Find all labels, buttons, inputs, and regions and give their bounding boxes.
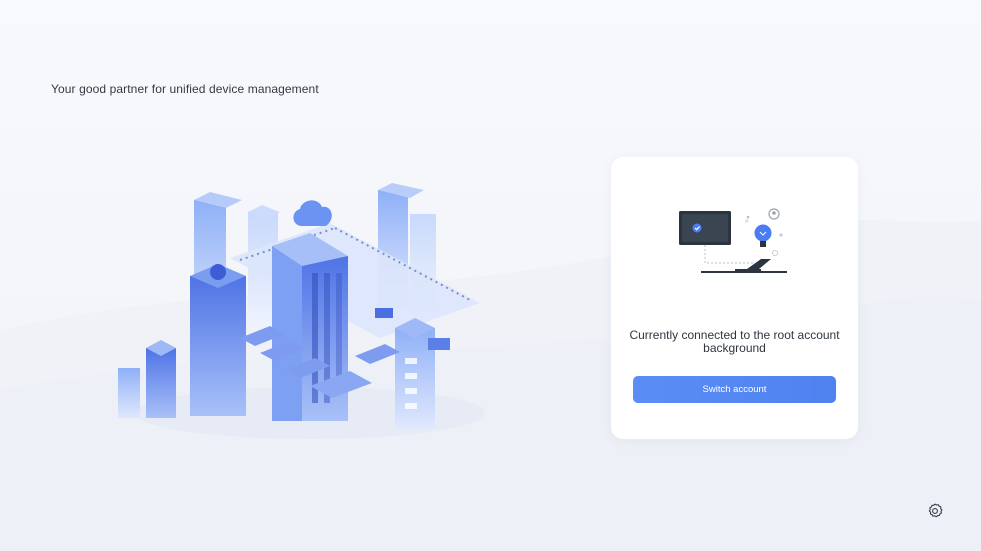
svg-text:#: # — [745, 219, 749, 225]
gear-icon[interactable] — [926, 502, 944, 520]
switch-account-button[interactable]: Switch account — [633, 376, 836, 403]
connection-status-line2: background — [703, 341, 766, 355]
account-card: # Currently connected to the root accoun… — [611, 157, 858, 439]
tagline: Your good partner for unified device man… — [51, 82, 319, 96]
account-card-illustration: # — [679, 208, 787, 273]
connection-status: Currently connected to the root account … — [611, 329, 858, 355]
data-center-illustration — [118, 183, 485, 439]
